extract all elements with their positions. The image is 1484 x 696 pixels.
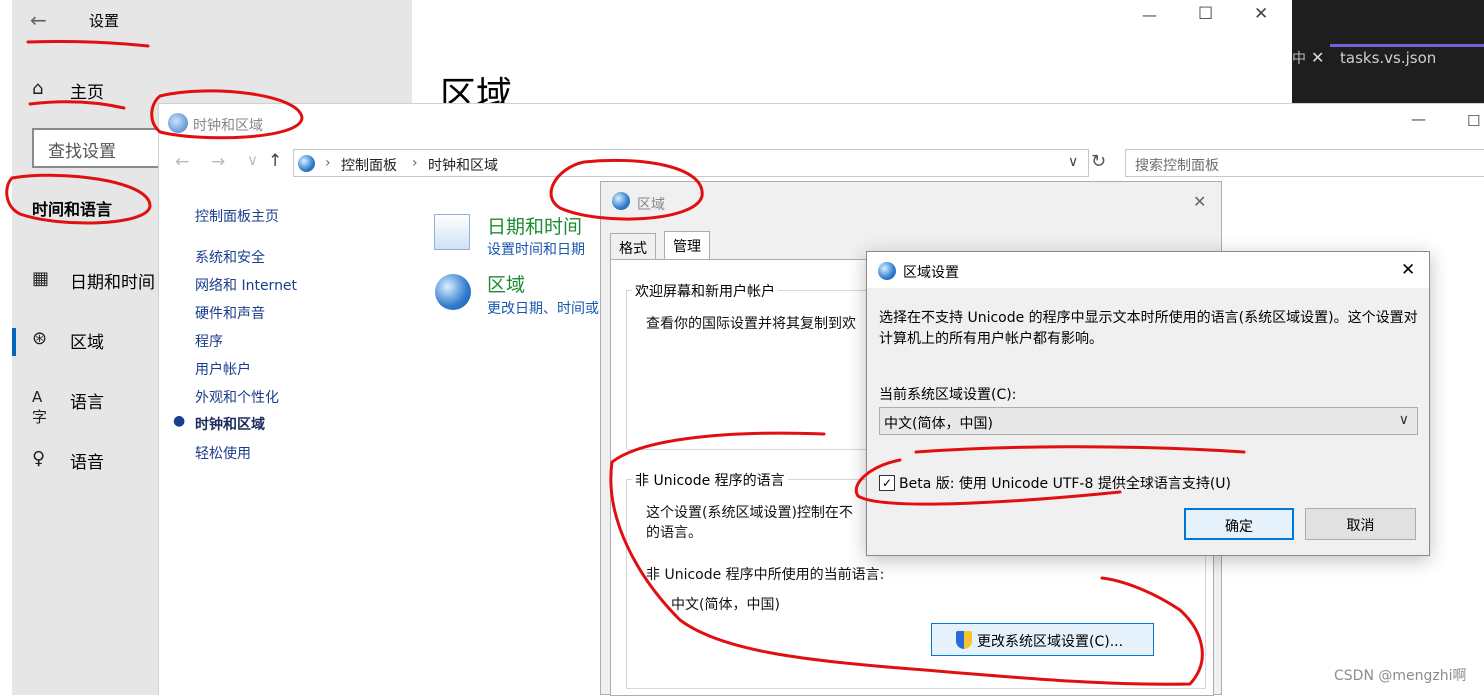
region-settings-title: 区域设置 bbox=[903, 265, 959, 281]
watermark: CSDN @mengzhi啊 bbox=[1334, 668, 1467, 684]
home-icon: ⌂ bbox=[32, 78, 44, 99]
back-arrow-icon[interactable]: ← bbox=[30, 8, 54, 32]
nav-language-label: 语言 bbox=[70, 393, 104, 413]
nav-date-time-label: 日期和时间 bbox=[70, 273, 155, 293]
calendar-clock-icon: ▦ bbox=[32, 268, 50, 289]
nav-speech-label: 语音 bbox=[70, 453, 104, 473]
cp-nav-hardware[interactable]: 硬件和声音 bbox=[195, 303, 265, 323]
non-unicode-text-line2: 的语言。 bbox=[646, 525, 702, 541]
address-dropdown-icon[interactable]: ∨ bbox=[1068, 154, 1078, 170]
tab-close-icon[interactable]: ✕ bbox=[1311, 48, 1324, 67]
current-language-label: 非 Unicode 程序中所使用的当前语言: bbox=[646, 567, 885, 583]
beta-utf8-label[interactable]: Beta 版: 使用 Unicode UTF-8 提供全球语言支持(U) bbox=[899, 473, 1231, 493]
cancel-button[interactable]: 取消 bbox=[1305, 508, 1416, 540]
section-title: 时间和语言 bbox=[32, 200, 113, 219]
date-time-link[interactable]: 日期和时间 bbox=[487, 212, 582, 239]
globe-icon bbox=[612, 192, 630, 210]
minimize-icon[interactable]: — bbox=[1142, 6, 1157, 24]
region-link[interactable]: 区域 bbox=[487, 270, 525, 297]
maximize-icon[interactable]: ☐ bbox=[1198, 4, 1213, 24]
region-settings-description: 选择在不支持 Unicode 的程序中显示文本时所使用的语言(系统区域设置)。这… bbox=[879, 310, 1418, 347]
breadcrumb-clock-region[interactable]: 时钟和区域 bbox=[428, 155, 498, 175]
region-dialog-title: 区域 bbox=[637, 197, 665, 213]
settings-title: 设置 bbox=[89, 12, 120, 30]
cp-maximize-icon[interactable]: ☐ bbox=[1467, 112, 1480, 130]
region-settings-dialog: 区域设置 ✕ 选择在不支持 Unicode 的程序中显示文本时所使用的语言(系统… bbox=[866, 251, 1430, 556]
control-panel-search-input[interactable]: 搜索控制面板 bbox=[1125, 149, 1484, 177]
breadcrumb-separator-icon: › bbox=[325, 155, 331, 171]
region-close-icon[interactable]: ✕ bbox=[1193, 192, 1206, 211]
ok-button[interactable]: 确定 bbox=[1184, 508, 1294, 540]
non-unicode-group-title: 非 Unicode 程序的语言 bbox=[632, 470, 788, 490]
cp-nav-appearance[interactable]: 外观和个性化 bbox=[195, 387, 279, 407]
forward-nav-icon[interactable]: → bbox=[211, 152, 225, 172]
back-nav-icon[interactable]: ← bbox=[175, 152, 189, 172]
globe-icon: ⊛ bbox=[32, 328, 48, 349]
tab-administrative[interactable]: 管理 bbox=[664, 231, 710, 260]
tab-name[interactable]: tasks.vs.json bbox=[1340, 49, 1436, 67]
region-settings-close-icon[interactable]: ✕ bbox=[1401, 260, 1415, 280]
calendar-clock-icon bbox=[434, 214, 470, 250]
current-page-bullet-icon: ● bbox=[173, 413, 186, 429]
tab-fragment: 中 bbox=[1292, 51, 1306, 67]
language-icon: A字 bbox=[32, 388, 48, 426]
cp-nav-user-accounts[interactable]: 用户帐户 bbox=[195, 359, 251, 379]
current-locale-label: 当前系统区域设置(C): bbox=[879, 387, 1017, 403]
welcome-group-text: 查看你的国际设置并将其复制到欢 bbox=[646, 316, 856, 332]
address-bar[interactable]: › 控制面板 › 时钟和区域 ∨ bbox=[293, 149, 1089, 177]
tab-active-indicator bbox=[1330, 44, 1484, 47]
clock-globe-icon bbox=[168, 113, 188, 133]
nav-region-label: 区域 bbox=[70, 333, 104, 353]
breadcrumb-separator-icon: › bbox=[412, 155, 418, 171]
change-system-locale-button[interactable]: 更改系统区域设置(C)... bbox=[931, 623, 1154, 656]
set-date-time-link[interactable]: 设置时间和日期 bbox=[487, 239, 585, 259]
system-locale-select[interactable]: 中文(简体，中国) ∨ bbox=[879, 407, 1418, 435]
up-arrow-icon[interactable]: ↑ bbox=[268, 151, 282, 171]
cp-nav-home[interactable]: 控制面板主页 bbox=[195, 206, 279, 226]
change-system-locale-label: 更改系统区域设置(C)... bbox=[977, 634, 1124, 650]
welcome-group-title: 欢迎屏幕和新用户帐户 bbox=[632, 281, 778, 301]
microphone-icon: ♀ bbox=[32, 448, 46, 469]
cp-nav-ease-of-access[interactable]: 轻松使用 bbox=[195, 443, 251, 463]
control-panel-title: 时钟和区域 bbox=[193, 118, 263, 134]
tab-formats[interactable]: 格式 bbox=[610, 233, 656, 260]
cp-nav-clock-region[interactable]: 时钟和区域 bbox=[195, 414, 265, 434]
close-icon[interactable]: ✕ bbox=[1254, 4, 1268, 24]
globe-icon bbox=[878, 262, 896, 280]
cp-nav-programs[interactable]: 程序 bbox=[195, 331, 223, 351]
cp-nav-network[interactable]: 网络和 Internet bbox=[195, 275, 297, 295]
non-unicode-text-line1: 这个设置(系统区域设置)控制在不 bbox=[646, 505, 853, 521]
nav-home-label: 主页 bbox=[70, 83, 104, 103]
breadcrumb-control-panel[interactable]: 控制面板 bbox=[341, 155, 397, 175]
control-panel-icon bbox=[298, 155, 315, 172]
recent-dropdown-icon[interactable]: ∨ bbox=[247, 151, 258, 169]
beta-utf8-checkbox[interactable]: ✓ bbox=[879, 475, 895, 491]
current-language-value: 中文(简体，中国) bbox=[671, 597, 780, 613]
code-editor-tabbar: 中 ✕ tasks.vs.json bbox=[1292, 0, 1484, 103]
refresh-icon[interactable]: ↻ bbox=[1091, 151, 1106, 172]
system-locale-value: 中文(简体，中国) bbox=[884, 416, 993, 432]
globe-icon bbox=[435, 274, 471, 310]
cp-nav-system-security[interactable]: 系统和安全 bbox=[195, 247, 265, 267]
chevron-down-icon: ∨ bbox=[1398, 412, 1409, 428]
change-formats-link[interactable]: 更改日期、时间或 bbox=[487, 298, 599, 318]
uac-shield-icon bbox=[956, 631, 972, 649]
cp-minimize-icon[interactable]: — bbox=[1411, 110, 1426, 128]
